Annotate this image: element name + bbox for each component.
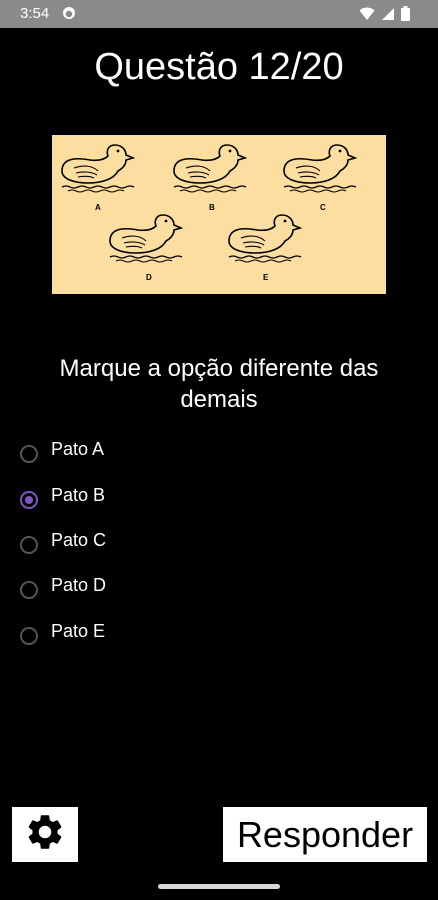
radio-button[interactable] (20, 445, 38, 463)
option-label: Pato B (51, 484, 106, 505)
option-label: Pato C (51, 529, 107, 550)
option-label: Pato A (51, 438, 105, 459)
option-label: Pato D (51, 574, 107, 595)
duck-label-d: D (146, 273, 152, 282)
option-label: Pato E (51, 620, 106, 641)
radio-button[interactable] (20, 627, 38, 645)
duck-label-c: C (320, 203, 326, 212)
settings-button[interactable] (12, 807, 78, 862)
status-time: 3:54 (20, 5, 50, 22)
duck-d-drawing (109, 214, 183, 263)
signal-icon (381, 7, 395, 26)
ducks-image: A B C D E (52, 135, 386, 294)
option-pato-c[interactable]: Pato C (20, 527, 320, 563)
duck-c-drawing (283, 144, 357, 193)
duck-e-drawing (228, 214, 302, 263)
battery-icon (401, 6, 410, 26)
duck-label-e: E (263, 273, 269, 282)
app-notification-icon (62, 6, 76, 25)
question-counter-title: Questão 12/20 (94, 46, 344, 88)
option-pato-e[interactable]: Pato E (20, 618, 320, 654)
radio-button[interactable] (20, 581, 38, 599)
wifi-icon (359, 7, 375, 26)
question-text: Marque a opção diferente das demais (59, 355, 379, 413)
duck-b-drawing (173, 144, 247, 193)
gear-icon (24, 811, 66, 858)
navigation-handle[interactable] (158, 884, 280, 889)
duck-a-drawing (61, 144, 135, 193)
duck-label-a: A (95, 203, 101, 212)
answer-button[interactable]: Responder (223, 807, 427, 862)
radio-button[interactable] (20, 536, 38, 554)
option-pato-a[interactable]: Pato A (20, 436, 320, 472)
radio-button-selected[interactable] (20, 491, 38, 509)
duck-label-b: B (209, 203, 215, 212)
option-pato-d[interactable]: Pato D (20, 572, 320, 608)
status-bar: 3:54 (0, 0, 438, 28)
option-pato-b[interactable]: Pato B (20, 482, 320, 518)
